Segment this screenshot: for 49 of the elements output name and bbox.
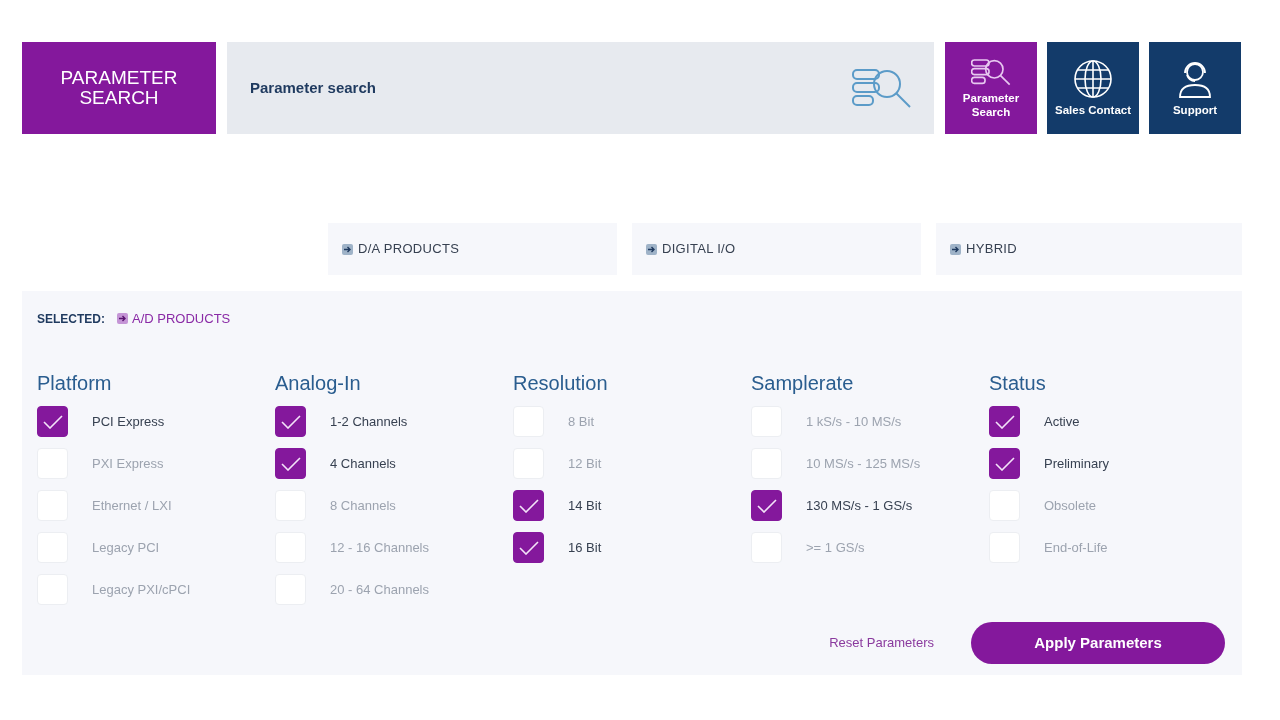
logo-block[interactable]: PARAMETER SEARCH xyxy=(22,42,216,134)
arrow-icon xyxy=(646,243,657,255)
reset-parameters-link[interactable]: Reset Parameters xyxy=(829,633,934,653)
selected-label: SELECTED: xyxy=(37,310,105,328)
checkbox[interactable] xyxy=(513,490,544,521)
checkmark-icon xyxy=(994,414,1015,429)
category-tab[interactable]: DIGITAL I/O xyxy=(632,223,921,275)
option-label[interactable]: PCI Express xyxy=(92,411,165,432)
checkbox[interactable] xyxy=(37,406,68,437)
option-label[interactable]: 1-2 Channels xyxy=(330,411,408,432)
checkmark-icon xyxy=(280,414,301,429)
checkbox[interactable] xyxy=(513,532,544,563)
option-label[interactable]: 130 MS/s - 1 GS/s xyxy=(806,495,913,516)
database-search-icon xyxy=(971,57,1011,87)
checkbox[interactable] xyxy=(275,406,306,437)
nav-tile[interactable]: Sales Contact xyxy=(1047,42,1139,134)
checkbox[interactable] xyxy=(989,448,1020,479)
option-label[interactable]: Preliminary xyxy=(1044,453,1109,474)
filter-heading: Samplerate xyxy=(751,370,855,395)
filter-heading: Status xyxy=(989,370,1047,395)
filter-heading: Platform xyxy=(37,370,113,395)
database-search-icon xyxy=(852,67,912,109)
checkmark-icon xyxy=(42,414,63,429)
checkmark-icon xyxy=(280,456,301,471)
checkbox[interactable] xyxy=(751,490,782,521)
filter-heading: Resolution xyxy=(513,370,609,395)
arrow-icon xyxy=(117,313,128,325)
banner-title: Parameter search xyxy=(250,77,376,98)
checkmark-icon xyxy=(518,540,539,555)
nav-tile[interactable]: Support xyxy=(1149,42,1241,134)
selected-category[interactable]: A/D PRODUCTS xyxy=(132,309,231,329)
option-label[interactable]: 4 Channels xyxy=(330,453,396,474)
option-label[interactable]: 16 Bit xyxy=(568,537,602,558)
headset-person-icon xyxy=(1177,59,1213,99)
filter-heading: Analog-In xyxy=(275,370,362,395)
arrow-icon xyxy=(950,243,961,255)
option-label[interactable]: 14 Bit xyxy=(568,495,602,516)
option-label[interactable]: Active xyxy=(1044,411,1080,432)
checkbox[interactable] xyxy=(275,448,306,479)
checkmark-icon xyxy=(518,498,539,513)
checkbox[interactable] xyxy=(989,406,1020,437)
arrow-icon xyxy=(342,243,353,255)
nav-tile[interactable]: Parameter Search xyxy=(945,42,1037,134)
category-tab[interactable]: D/A PRODUCTS xyxy=(328,223,617,275)
category-tab[interactable]: HYBRID xyxy=(936,223,1242,275)
checkmark-icon xyxy=(994,456,1015,471)
apply-parameters-button[interactable]: Apply Parameters xyxy=(971,622,1225,664)
globe-icon xyxy=(1073,59,1113,99)
checkmark-icon xyxy=(756,498,777,513)
